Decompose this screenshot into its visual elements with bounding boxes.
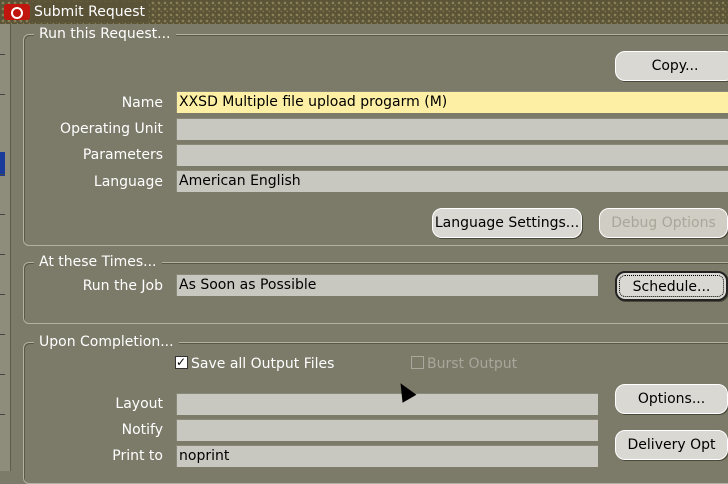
edge-tick	[0, 294, 5, 295]
operating-unit-label: Operating Unit	[60, 121, 163, 137]
parameters-label: Parameters	[82, 147, 163, 163]
run-job-field[interactable]: As Soon as Possible	[176, 274, 598, 296]
background-window-edge	[0, 24, 11, 471]
debug-options-button[interactable]: Debug Options	[599, 208, 728, 238]
edge-tick	[0, 174, 5, 175]
copy-button[interactable]: Copy...	[615, 51, 728, 81]
operating-unit-field[interactable]	[176, 118, 728, 140]
language-label: Language	[93, 174, 163, 190]
notify-field[interactable]	[176, 419, 598, 441]
edge-tick	[0, 414, 5, 415]
options-button[interactable]: Options...	[615, 384, 728, 414]
name-label: Name	[121, 95, 163, 111]
parameters-field[interactable]	[176, 144, 728, 166]
oracle-app-icon	[4, 4, 30, 20]
print-to-field[interactable]: noprint	[176, 445, 598, 467]
language-field[interactable]: American English	[176, 170, 728, 192]
edge-tick	[0, 94, 5, 95]
run-job-label: Run the Job	[82, 278, 163, 294]
schedule-button[interactable]: Schedule...	[615, 271, 728, 301]
window-titlebar[interactable]: Submit Request	[0, 0, 728, 24]
name-field[interactable]: XXSD Multiple file upload progarm (M)	[176, 91, 728, 113]
run-request-legend: Run this Request...	[34, 24, 176, 44]
save-output-checkbox[interactable]: Save all Output Files	[175, 353, 335, 373]
times-legend: At these Times...	[34, 252, 162, 272]
edge-tick	[0, 374, 5, 375]
print-to-label: Print to	[112, 448, 163, 464]
checkbox-checked-icon[interactable]	[175, 353, 188, 371]
layout-label: Layout	[115, 396, 163, 412]
checkbox-unchecked-icon[interactable]	[411, 356, 424, 369]
burst-output-checkbox[interactable]: Burst Output	[411, 355, 517, 373]
layout-field[interactable]	[176, 393, 598, 415]
edge-tick	[0, 254, 5, 255]
save-output-label: Save all Output Files	[191, 356, 335, 372]
completion-legend: Upon Completion...	[34, 332, 179, 352]
language-settings-button[interactable]: Language Settings...	[432, 208, 582, 238]
background-window-highlight	[0, 152, 5, 176]
delivery-options-button[interactable]: Delivery Opt	[615, 430, 728, 460]
window-title: Submit Request	[31, 2, 148, 22]
edge-tick	[0, 214, 5, 215]
notify-label: Notify	[121, 422, 163, 438]
edge-tick	[0, 334, 5, 335]
edge-tick	[0, 54, 5, 55]
burst-output-label: Burst Output	[427, 356, 518, 372]
